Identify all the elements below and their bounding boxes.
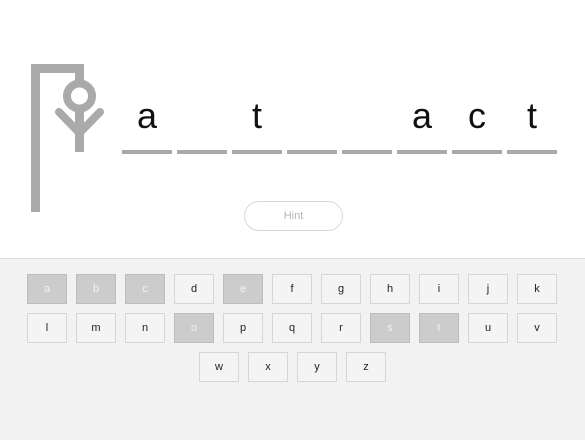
key-l[interactable]: l (27, 313, 67, 343)
key-u[interactable]: u (468, 313, 508, 343)
letter-underline (342, 150, 392, 154)
word-slot-8: t (507, 92, 557, 154)
key-t[interactable]: t (419, 313, 459, 343)
letter-underline (507, 150, 557, 154)
key-r[interactable]: r (321, 313, 361, 343)
key-a[interactable]: a (27, 274, 67, 304)
letter-underline (397, 150, 447, 154)
word-slot-5 (342, 92, 392, 154)
letter-underline (452, 150, 502, 154)
word-slot-3: t (232, 92, 282, 154)
key-s[interactable]: s (370, 313, 410, 343)
word-letter: a (136, 95, 158, 136)
word-letter: a (411, 95, 433, 136)
letter-underline (122, 150, 172, 154)
key-w[interactable]: w (199, 352, 239, 382)
key-v[interactable]: v (517, 313, 557, 343)
word-letter (342, 92, 392, 144)
key-x[interactable]: x (248, 352, 288, 382)
word-slot-1: a (122, 92, 172, 154)
hint-button[interactable]: Hint (244, 201, 343, 231)
key-e[interactable]: e (223, 274, 263, 304)
key-g[interactable]: g (321, 274, 361, 304)
key-i[interactable]: i (419, 274, 459, 304)
word-letter: t (251, 95, 262, 136)
key-o[interactable]: o (174, 313, 214, 343)
key-f[interactable]: f (272, 274, 312, 304)
key-n[interactable]: n (125, 313, 165, 343)
key-d[interactable]: d (174, 274, 214, 304)
word-letter (177, 92, 227, 144)
key-m[interactable]: m (76, 313, 116, 343)
word-letter (287, 92, 337, 144)
word-slot-7: c (452, 92, 502, 154)
letter-keyboard: a b c d e f g h i j k l m n o p q r s t … (0, 258, 585, 440)
key-y[interactable]: y (297, 352, 337, 382)
key-p[interactable]: p (223, 313, 263, 343)
hangman-head (63, 79, 96, 113)
letter-underline (232, 150, 282, 154)
key-k[interactable]: k (517, 274, 557, 304)
key-q[interactable]: q (272, 313, 312, 343)
word-slot-2 (177, 92, 227, 154)
word-slot-6: a (397, 92, 447, 154)
letter-underline (177, 150, 227, 154)
key-h[interactable]: h (370, 274, 410, 304)
word-letter: c (468, 95, 486, 136)
letter-underline (287, 150, 337, 154)
key-c[interactable]: c (125, 274, 165, 304)
word-slot-4 (287, 92, 337, 154)
word-letter: t (526, 95, 537, 136)
key-z[interactable]: z (346, 352, 386, 382)
game-area: a t a c t Hint (0, 0, 585, 258)
key-b[interactable]: b (76, 274, 116, 304)
gallows-post (31, 64, 40, 212)
key-j[interactable]: j (468, 274, 508, 304)
